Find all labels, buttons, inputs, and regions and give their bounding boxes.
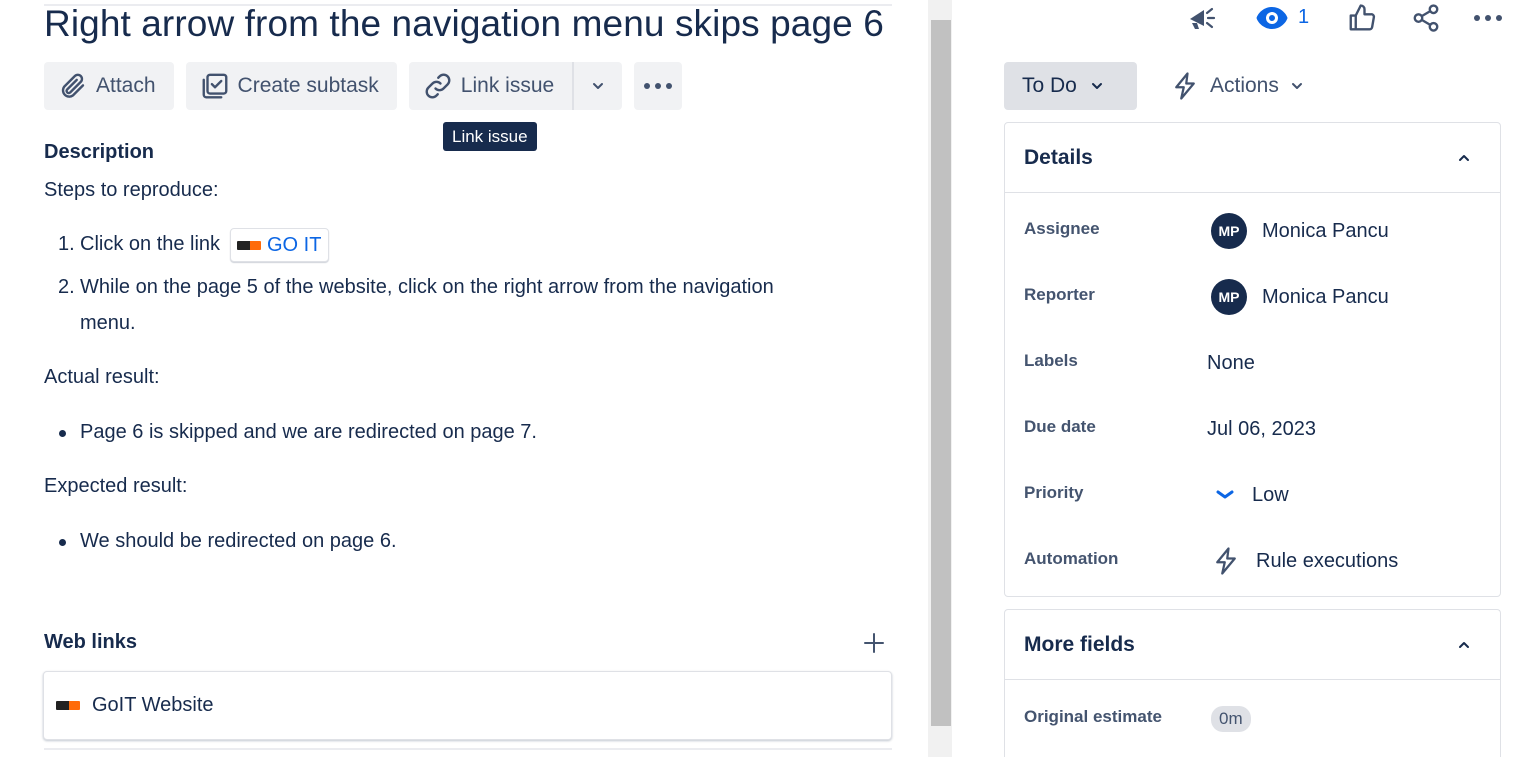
- subtask-icon: [202, 73, 227, 99]
- labels-label: Labels: [1024, 351, 1078, 370]
- actual-result-item: Page 6 is skipped and we are redirected …: [80, 421, 537, 443]
- list-number: 2.: [58, 276, 75, 298]
- labels-field[interactable]: None: [1207, 343, 1255, 383]
- megaphone-icon: [1190, 7, 1216, 29]
- description-heading: Description: [44, 141, 155, 163]
- scrollbar-thumb[interactable]: [931, 20, 951, 726]
- more-fields-panel-header[interactable]: More fields: [1005, 610, 1500, 680]
- automation-field[interactable]: Rule executions: [1207, 541, 1398, 581]
- chevron-down-icon: [1091, 83, 1102, 89]
- plus-icon: [864, 633, 884, 653]
- reporter-row: Reporter MP Monica Pancu: [1005, 277, 1500, 317]
- due-date-row: Due date Jul 06, 2023: [1005, 409, 1500, 449]
- chevron-up-icon: [1459, 154, 1469, 161]
- steps-heading: Steps to reproduce:: [44, 179, 219, 201]
- details-heading: Details: [1024, 145, 1093, 169]
- issue-title[interactable]: Right arrow from the navigation menu ski…: [44, 3, 884, 45]
- inline-link-text: GO IT: [267, 233, 322, 256]
- create-subtask-button[interactable]: Create subtask: [185, 62, 397, 110]
- original-estimate-label: Original estimate: [1024, 707, 1162, 726]
- original-estimate-field[interactable]: 0m: [1207, 699, 1251, 739]
- automation-label: Automation: [1024, 549, 1119, 568]
- step-text: Click on the link: [80, 233, 221, 255]
- bullet: [59, 430, 66, 437]
- watch-button[interactable]: [1254, 0, 1290, 36]
- expected-result-heading: Expected result:: [44, 475, 188, 497]
- more-actions-button[interactable]: [634, 62, 683, 110]
- estimate-badge: 0m: [1211, 706, 1251, 732]
- priority-field[interactable]: Low: [1207, 475, 1289, 515]
- issue-toolbar: Attach Create subtask Link issue: [44, 62, 683, 110]
- original-estimate-row: Original estimate 0m: [1005, 699, 1500, 739]
- list-number: 1.: [58, 233, 75, 255]
- step-text-continued: menu.: [80, 312, 136, 334]
- web-links-heading: Web links: [44, 631, 137, 653]
- chevron-down-icon: [593, 83, 604, 89]
- priority-row: Priority Low: [1005, 475, 1500, 515]
- lightning-bolt-icon: [1175, 72, 1195, 100]
- chevron-up-icon: [1459, 641, 1469, 648]
- watch-count: 1: [1298, 6, 1310, 28]
- details-panel: Details Assignee MP Monica Pancu Reporte…: [1004, 122, 1501, 597]
- labels-row: Labels None: [1005, 343, 1500, 383]
- reporter-field[interactable]: MP Monica Pancu: [1207, 277, 1389, 317]
- step-text: While on the page 5 of the website, clic…: [80, 276, 774, 298]
- eye-icon: [1256, 7, 1288, 29]
- thumbs-up-icon: [1349, 4, 1376, 31]
- more-fields-heading: More fields: [1024, 632, 1135, 656]
- reporter-name: Monica Pancu: [1262, 285, 1389, 308]
- assignee-label: Assignee: [1024, 219, 1100, 238]
- link-icon: [425, 73, 451, 99]
- bullet: [59, 539, 66, 546]
- assignee-avatar: MP: [1211, 213, 1247, 249]
- goit-logo-icon: [56, 701, 80, 710]
- web-link-title: GoIT Website: [92, 694, 214, 716]
- due-date-field[interactable]: Jul 06, 2023: [1207, 409, 1316, 449]
- priority-low-icon: [1216, 490, 1234, 499]
- paperclip-icon: [61, 73, 85, 98]
- link-issue-dropdown-button[interactable]: [574, 62, 622, 110]
- lightning-bolt-icon: [1216, 547, 1236, 575]
- assignee-name: Monica Pancu: [1262, 219, 1389, 242]
- assignee-row: Assignee MP Monica Pancu: [1005, 211, 1500, 251]
- actual-result-heading: Actual result:: [44, 366, 160, 388]
- expected-result-item: We should be redirected on page 6.: [80, 530, 397, 552]
- add-web-link-button[interactable]: [862, 631, 886, 655]
- share-icon: [1413, 4, 1439, 32]
- more-options-button[interactable]: [1470, 0, 1506, 36]
- assignee-field[interactable]: MP Monica Pancu: [1207, 211, 1389, 251]
- more-horizontal-icon: [1474, 15, 1502, 21]
- feedback-button[interactable]: [1184, 0, 1220, 36]
- status-dropdown-button[interactable]: To Do: [1004, 62, 1137, 110]
- priority-label: Priority: [1024, 483, 1084, 502]
- link-issue-split-button: Link issue: [408, 62, 623, 110]
- link-issue-label: Link issue: [460, 74, 555, 97]
- reporter-avatar: MP: [1211, 279, 1247, 315]
- details-panel-header[interactable]: Details: [1005, 123, 1500, 193]
- reporter-label: Reporter: [1024, 285, 1095, 304]
- issue-main-panel: Right arrow from the navigation menu ski…: [0, 0, 928, 757]
- goit-logo-icon: [237, 240, 261, 250]
- go-it-inline-link[interactable]: GO IT: [230, 228, 330, 262]
- automation-value: Rule executions: [1256, 549, 1399, 572]
- attach-button[interactable]: Attach: [44, 62, 174, 110]
- link-issue-tooltip: Link issue: [443, 122, 537, 151]
- priority-value: Low: [1252, 483, 1289, 506]
- actions-dropdown-button[interactable]: Actions: [1158, 62, 1305, 110]
- more-horizontal-icon: [644, 83, 673, 89]
- divider: [44, 748, 892, 750]
- status-label: To Do: [1022, 74, 1077, 97]
- more-fields-panel: More fields Original estimate 0m: [1004, 609, 1501, 757]
- share-button[interactable]: [1408, 0, 1444, 36]
- due-date-label: Due date: [1024, 417, 1096, 436]
- link-issue-button[interactable]: Link issue: [409, 62, 572, 110]
- chevron-down-icon: [1291, 83, 1302, 89]
- actions-label: Actions: [1210, 74, 1279, 97]
- create-subtask-label: Create subtask: [237, 74, 379, 97]
- attach-label: Attach: [96, 74, 156, 97]
- web-link-card[interactable]: GoIT Website: [43, 671, 892, 740]
- like-button[interactable]: [1344, 0, 1380, 36]
- automation-row: Automation Rule executions: [1005, 541, 1500, 581]
